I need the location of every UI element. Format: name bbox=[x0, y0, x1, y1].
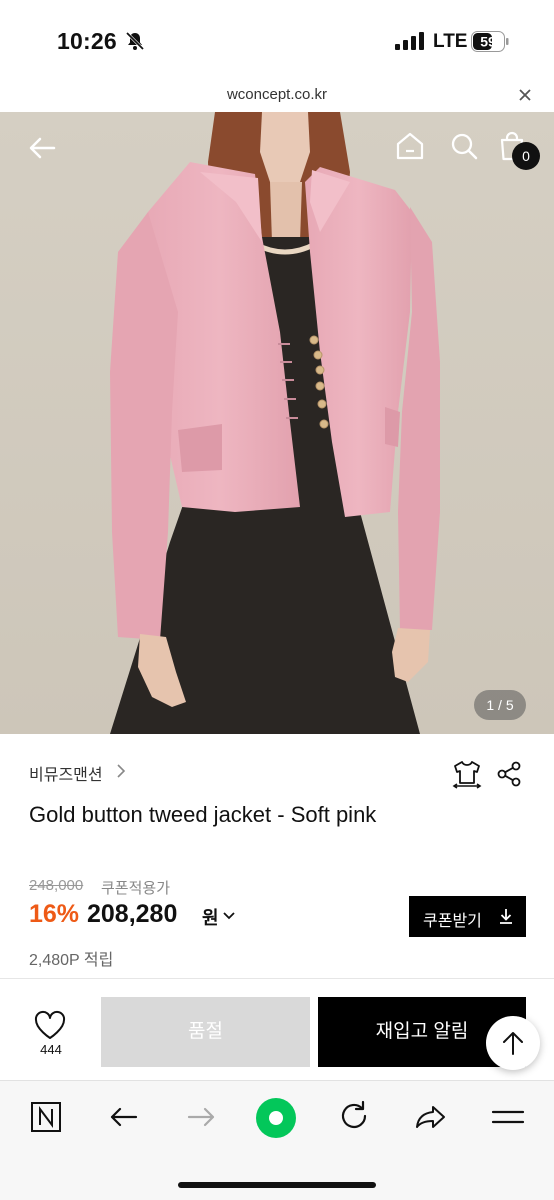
close-icon[interactable] bbox=[516, 86, 534, 104]
status-bar: 10:26 LTE 59 bbox=[0, 0, 554, 80]
soldout-button: 품절 bbox=[101, 997, 310, 1067]
like-count: 444 bbox=[40, 1042, 62, 1057]
section-divider bbox=[0, 978, 554, 979]
battery-level: 59 bbox=[480, 34, 496, 50]
product-title: Gold button tweed jacket - Soft pink bbox=[29, 802, 377, 827]
chevron-down-icon[interactable] bbox=[222, 909, 236, 923]
share-icon[interactable] bbox=[495, 760, 523, 788]
cart-count-badge[interactable]: 0 bbox=[512, 142, 540, 170]
brand-link[interactable]: 비뮤즈맨션 bbox=[29, 761, 103, 785]
heart-icon[interactable] bbox=[33, 1010, 67, 1040]
currency-label[interactable]: 원 bbox=[202, 904, 219, 930]
sale-price[interactable]: 208,280 bbox=[87, 900, 177, 929]
download-icon[interactable] bbox=[497, 907, 515, 925]
home-icon[interactable] bbox=[394, 130, 426, 162]
arrow-left-icon[interactable] bbox=[26, 132, 58, 164]
status-time: 10:26 bbox=[57, 28, 117, 54]
silent-bell-icon bbox=[125, 31, 145, 51]
browser-back-icon[interactable] bbox=[106, 1099, 142, 1135]
get-coupon-label[interactable]: 쿠폰받기 bbox=[423, 907, 482, 931]
browser-forward-icon[interactable] bbox=[183, 1099, 219, 1135]
battery-icon: 59 bbox=[471, 31, 509, 52]
scroll-top-button[interactable] bbox=[486, 1016, 540, 1070]
share-forward-icon[interactable] bbox=[413, 1099, 449, 1135]
chevron-right-icon[interactable] bbox=[115, 764, 127, 778]
arrow-up-icon[interactable] bbox=[501, 1030, 525, 1056]
get-coupon-button[interactable]: 쿠폰받기 bbox=[409, 896, 526, 937]
discount-rate: 16% bbox=[29, 900, 80, 928]
menu-icon[interactable] bbox=[490, 1099, 526, 1135]
product-image-gallery[interactable]: 0 1 / 5 bbox=[0, 112, 554, 734]
network-type: LTE bbox=[433, 31, 468, 52]
search-icon[interactable] bbox=[448, 130, 480, 162]
naver-n-icon[interactable] bbox=[28, 1099, 64, 1135]
product-photo bbox=[0, 112, 554, 734]
outfit-icon[interactable] bbox=[451, 759, 483, 789]
browser-url-bar[interactable]: wconcept.co.kr bbox=[0, 80, 554, 112]
url-text[interactable]: wconcept.co.kr bbox=[0, 86, 554, 103]
refresh-icon[interactable] bbox=[336, 1099, 372, 1135]
cellular-signal-icon bbox=[395, 32, 424, 50]
reward-points: 2,480P 적립 bbox=[29, 952, 114, 969]
coupon-price-note: 쿠폰적용가 bbox=[101, 880, 171, 897]
home-indicator bbox=[178, 1182, 376, 1188]
original-price: 248,000 bbox=[29, 877, 84, 894]
naver-green-dot-icon[interactable] bbox=[255, 1097, 297, 1139]
gallery-pager: 1 / 5 bbox=[474, 690, 526, 720]
